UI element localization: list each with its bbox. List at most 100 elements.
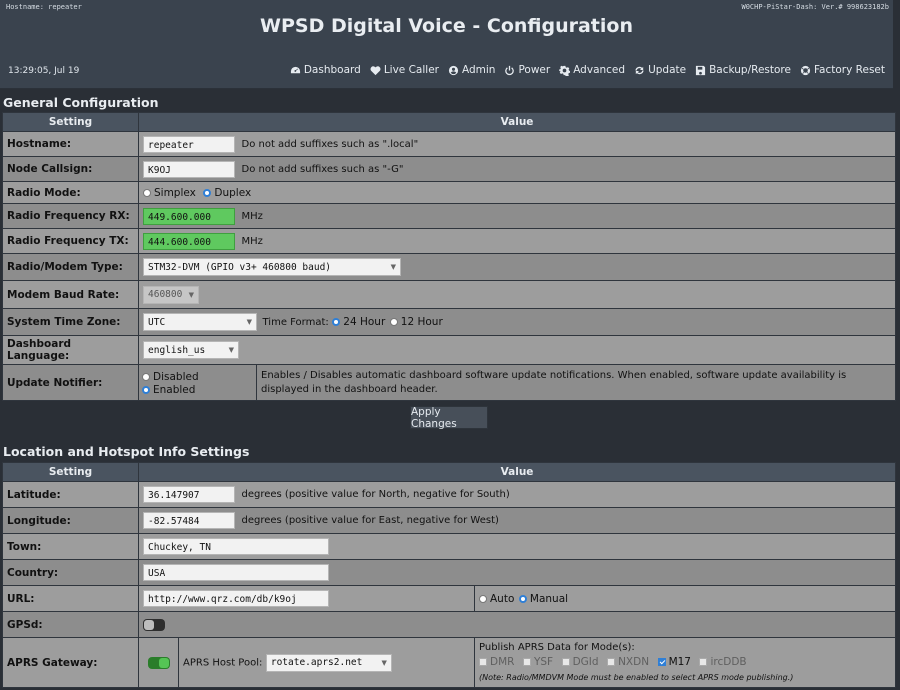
radio-notifier-disabled[interactable]: Disabled <box>142 371 199 383</box>
modem-type-label: Radio/Modem Type: <box>2 253 139 281</box>
checkbox-dmr-box[interactable] <box>479 658 487 667</box>
row-language: Dashboard Language: english_us ▼ <box>2 335 896 365</box>
row-baud-rate: Modem Baud Rate: 460800 ▼ <box>2 280 896 309</box>
aprs-host-pool-label: APRS Host Pool: <box>183 657 263 668</box>
row-freq-tx: Radio Frequency TX: 444.600.000 MHz <box>2 228 896 254</box>
row-latitude: Latitude: 36.147907 degrees (positive va… <box>2 481 896 508</box>
latitude-input[interactable]: 36.147907 <box>143 486 235 503</box>
apply-changes-button[interactable]: Apply Changes <box>410 406 488 430</box>
radio-duplex-dot[interactable] <box>203 189 212 197</box>
hostname-label: Hostname: <box>2 131 139 157</box>
radio-notifier-enabled-dot[interactable] <box>142 385 150 394</box>
page-title: WPSD Digital Voice - Configuration <box>260 15 633 37</box>
location-section-title: Location and Hotspot Info Settings <box>3 444 250 459</box>
checkbox-ircddb[interactable]: ircDDB <box>699 655 747 670</box>
timezone-select[interactable]: UTC ▼ <box>143 313 257 331</box>
radio-duplex-label: Duplex <box>214 187 252 199</box>
checkbox-dgid[interactable]: DGId <box>561 655 599 670</box>
timezone-value: UTC <box>148 316 166 328</box>
freq-rx-label: Radio Frequency RX: <box>2 203 139 229</box>
checkbox-m17[interactable]: M17 <box>657 655 691 670</box>
baud-rate-value: 460800 <box>148 289 183 300</box>
version-line: W0CHP-PiStar-Dash: Ver.# 998623182b <box>741 3 889 11</box>
chevron-down-icon: ▼ <box>228 346 234 354</box>
row-gpsd: GPSd: <box>2 611 896 638</box>
general-config-table: Setting Value Hostname: repeater Do not … <box>2 112 896 401</box>
radio-24hour[interactable]: 24 Hour <box>332 316 385 328</box>
longitude-input[interactable]: -82.57484 <box>143 512 235 529</box>
nav-label: Factory Reset <box>813 64 885 76</box>
col-value-header: Value <box>138 462 896 482</box>
url-label: URL: <box>2 585 139 612</box>
nav-label: Backup/Restore <box>709 64 791 76</box>
radio-url-manual-dot[interactable] <box>518 595 527 603</box>
checkbox-nxdn[interactable]: NXDN <box>607 655 649 670</box>
modem-type-select[interactable]: STM32-DVM (GPIO v3+ 460800 baud) ▼ <box>143 258 401 276</box>
checkbox-ysf-box[interactable] <box>522 658 531 667</box>
hostname-hint: Do not add suffixes such as ".local" <box>241 138 419 150</box>
nav-label: Dashboard <box>303 64 361 76</box>
modem-type-value: STM32-DVM (GPIO v3+ 460800 baud) <box>148 261 332 273</box>
radio-simplex-dot[interactable] <box>143 189 151 197</box>
hostname-line: Hostname: repeater <box>6 3 82 11</box>
nav-power[interactable]: Power <box>504 64 550 76</box>
radio-url-manual[interactable]: Manual <box>518 593 568 605</box>
radio-duplex[interactable]: Duplex <box>203 187 251 199</box>
language-select[interactable]: english_us ▼ <box>143 341 239 359</box>
user-circle-icon <box>448 65 459 75</box>
radio-notifier-disabled-dot[interactable] <box>142 372 150 381</box>
radio-notifier-enabled[interactable]: Enabled <box>142 384 195 396</box>
url-input[interactable]: http://www.qrz.com/db/k9oj <box>143 590 329 607</box>
town-input[interactable]: Chuckey, TN <box>143 538 329 555</box>
town-label: Town: <box>2 533 139 560</box>
checkbox-nxdn-box[interactable] <box>607 658 616 667</box>
freq-rx-input[interactable]: 449.600.000 <box>143 207 235 225</box>
toggle-knob <box>144 620 154 630</box>
checkbox-ysf-label: YSF <box>533 655 554 668</box>
checkbox-ircddb-box[interactable] <box>699 658 708 667</box>
power-icon <box>505 65 515 75</box>
radio-url-auto[interactable]: Auto <box>479 593 514 605</box>
aprs-host-pool-select[interactable]: rotate.aprs2.net ▼ <box>265 653 392 672</box>
chevron-down-icon: ▼ <box>188 290 194 299</box>
chevron-down-icon: ▼ <box>246 318 252 326</box>
radio-12hour-dot[interactable] <box>389 318 398 326</box>
checkbox-m17-box[interactable] <box>657 658 666 667</box>
floppy-icon <box>696 65 706 75</box>
checkbox-dmr[interactable]: DMR <box>479 655 514 670</box>
checkbox-ysf[interactable]: YSF <box>522 655 554 670</box>
latitude-hint: degrees (positive value for North, negat… <box>241 489 510 500</box>
nav-factory-reset[interactable]: Factory Reset <box>800 64 885 76</box>
checkbox-dmr-label: DMR <box>490 655 515 668</box>
aprs-note: (Note: Radio/MMDVM Mode must be enabled … <box>479 673 794 683</box>
callsign-input[interactable]: K9OJ <box>143 160 235 178</box>
freq-tx-input[interactable]: 444.600.000 <box>143 232 235 250</box>
gear-icon <box>559 65 571 76</box>
col-value-header: Value <box>138 112 896 132</box>
nav-live-caller[interactable]: Live Caller <box>370 64 439 76</box>
dashboard-icon <box>290 66 300 73</box>
row-town: Town: Chuckey, TN <box>2 533 896 560</box>
radio-simplex[interactable]: Simplex <box>143 187 196 199</box>
gpsd-toggle[interactable] <box>143 619 165 631</box>
radio-12hour[interactable]: 12 Hour <box>389 316 443 328</box>
nav-advanced[interactable]: Advanced <box>559 64 625 76</box>
country-input[interactable]: USA <box>143 564 329 581</box>
update-notifier-label: Update Notifier: <box>2 364 139 401</box>
checkbox-dgid-box[interactable] <box>561 658 570 667</box>
row-longitude: Longitude: -82.57484 degrees (positive v… <box>2 507 896 534</box>
radio-24hour-label: 24 Hour <box>343 316 386 328</box>
radio-url-auto-dot[interactable] <box>479 595 487 603</box>
aprs-gateway-toggle[interactable] <box>147 657 170 669</box>
nav-admin[interactable]: Admin <box>448 64 495 76</box>
nav-backup-restore[interactable]: Backup/Restore <box>695 64 791 76</box>
lifebuoy-icon <box>800 65 811 75</box>
freq-rx-unit: MHz <box>241 210 263 222</box>
row-url: URL: http://www.qrz.com/db/k9oj Auto Man… <box>2 585 896 612</box>
nav-update[interactable]: Update <box>634 64 686 76</box>
hostname-input[interactable]: repeater <box>143 135 235 153</box>
nav-dashboard[interactable]: Dashboard <box>290 64 361 76</box>
radio-24hour-dot[interactable] <box>332 318 341 326</box>
radio-simplex-label: Simplex <box>154 187 196 199</box>
top-nav: Dashboard Live Caller Admin Power Advanc… <box>290 64 885 76</box>
